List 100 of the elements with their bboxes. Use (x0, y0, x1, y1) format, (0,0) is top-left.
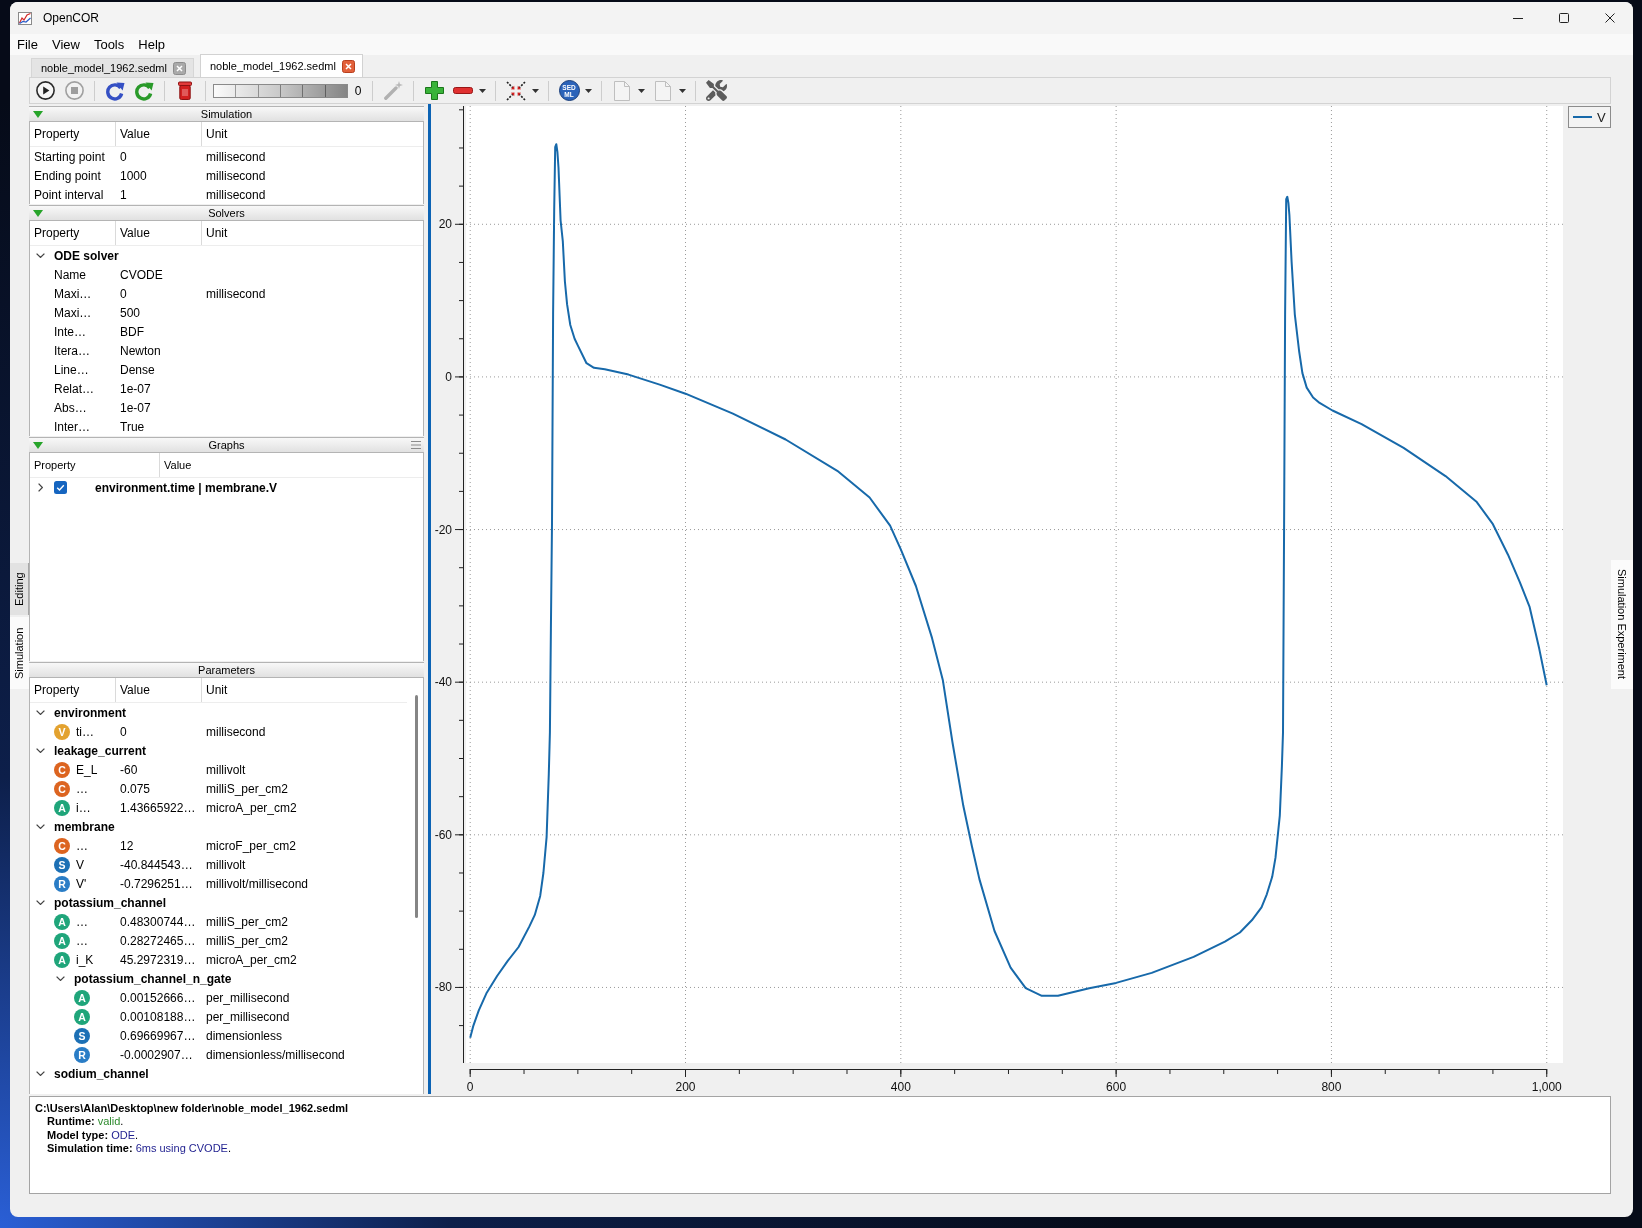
chevron-down-icon[interactable] (35, 710, 45, 715)
property-value: 0.00108188… (120, 1009, 196, 1024)
plus-icon[interactable] (424, 81, 444, 100)
property-name: i… (76, 799, 91, 817)
letter-badge: A (54, 951, 70, 968)
file-path: C:\Users\Alan\Desktop\new folder\noble_model_1962.sedml (35, 1102, 349, 1116)
trash-icon[interactable] (178, 81, 192, 100)
letter-badge: R (74, 1046, 90, 1063)
thumb-wheel[interactable] (213, 83, 348, 98)
maximize-icon[interactable] (1559, 13, 1569, 23)
property-name: Point interval (34, 187, 104, 202)
circular-arrow-icon[interactable] (105, 80, 125, 101)
column-header[interactable]: Value (160, 453, 423, 477)
chevron-down-icon[interactable] (55, 976, 65, 981)
document-tab[interactable]: noble_model_1962.sedml (200, 54, 363, 77)
chevron-down-icon[interactable] (35, 253, 45, 258)
property-value: -40.844543… (120, 857, 193, 872)
close-icon[interactable] (1605, 13, 1615, 23)
chevron-down-icon[interactable] (35, 1071, 45, 1076)
letter-badge: S (74, 1027, 90, 1044)
tools-icon[interactable] (705, 80, 727, 101)
property-value: 0.28272465… (120, 933, 196, 948)
property-unit: milliS_per_cm2 (206, 781, 289, 796)
group-name[interactable]: potassium_channel (54, 893, 167, 912)
group-name[interactable]: potassium_channel_n_gate (74, 969, 232, 988)
inward-arrows-icon[interactable] (506, 80, 526, 101)
column-header[interactable]: Unit (202, 678, 407, 702)
checkbox[interactable] (54, 481, 67, 494)
tick-label: -80 (434, 980, 452, 995)
side-tab[interactable]: Simulation (10, 617, 29, 689)
property-value: 1 (120, 187, 127, 202)
column-header[interactable]: Property (30, 453, 160, 477)
property-value: 0.48300744… (120, 914, 196, 929)
triangle-down-icon[interactable] (33, 441, 43, 449)
property-unit: dimensionless (206, 1028, 283, 1043)
caret-icon[interactable] (584, 88, 592, 93)
column-header[interactable]: Unit (202, 221, 423, 245)
group-name[interactable]: environment (54, 703, 126, 722)
property-value: 0.69669967… (120, 1028, 196, 1043)
minus-icon[interactable] (453, 87, 473, 94)
property-unit: millisecond (206, 724, 266, 739)
tick-label: 0 (445, 369, 452, 384)
group-name[interactable]: leakage_current (54, 741, 147, 760)
wheel-value: 0 (353, 82, 363, 100)
property-value: -0.7296251… (120, 876, 193, 891)
column-header[interactable]: Property (30, 122, 116, 146)
property-value: 1e-07 (120, 400, 151, 415)
side-tab[interactable]: Editing (10, 563, 29, 615)
side-tab[interactable]: Simulation Experiment (1611, 560, 1633, 689)
property-name: … (76, 913, 88, 931)
column-header[interactable]: Property (30, 678, 116, 702)
legend-frame[interactable] (1568, 106, 1611, 128)
property-value: 0.075 (120, 781, 151, 796)
letter-badge: V (54, 723, 70, 740)
graph-name[interactable]: environment.time | membrane.V (95, 478, 278, 497)
circular-arrow-icon[interactable] (134, 80, 154, 101)
property-name: Inte… (54, 323, 86, 341)
document-tab[interactable]: noble_model_1962.sedml (31, 58, 194, 77)
tick-label: -20 (434, 522, 452, 537)
property-value: -60 (120, 762, 138, 777)
caret-icon[interactable] (531, 88, 539, 93)
property-name: V (76, 856, 84, 874)
property-value: 12 (120, 838, 134, 853)
legend-label: V (1597, 109, 1606, 125)
menu-item[interactable]: View (44, 34, 87, 55)
tick-label: 400 (890, 1080, 911, 1094)
property-name: i_K (76, 951, 94, 969)
minimize-icon[interactable] (1513, 17, 1523, 19)
letter-badge: A (74, 989, 90, 1006)
group-name[interactable]: ODE solver (54, 246, 119, 265)
menu-icon[interactable] (411, 441, 421, 449)
status-line: Simulation time: 6ms using CVODE. (46, 1142, 232, 1156)
property-unit: millisecond (206, 168, 266, 183)
triangle-down-icon[interactable] (33, 110, 43, 118)
column-header[interactable]: Value (116, 122, 202, 146)
caret-icon[interactable] (478, 88, 486, 93)
scrollbar[interactable] (415, 695, 418, 918)
property-unit: millivolt (206, 762, 246, 777)
triangle-down-icon[interactable] (33, 209, 43, 217)
tick-label: 1,000 (1531, 1080, 1562, 1094)
menu-item[interactable]: Tools (86, 34, 132, 55)
menu-item[interactable]: File (10, 34, 45, 55)
chevron-down-icon[interactable] (35, 748, 45, 753)
property-value: BDF (120, 324, 144, 339)
column-header[interactable]: Value (116, 678, 202, 702)
group-name[interactable]: membrane (54, 817, 115, 836)
letter-badge: C (54, 761, 70, 778)
column-header[interactable]: Unit (202, 122, 423, 146)
play-icon[interactable] (35, 81, 55, 100)
property-value: Dense (120, 362, 155, 377)
chevron-down-icon[interactable] (35, 824, 45, 829)
letter-badge: A (74, 1008, 90, 1025)
chevron-down-icon[interactable] (35, 900, 45, 905)
chevron-right-icon[interactable] (37, 483, 43, 492)
property-name: Maxi… (54, 304, 92, 322)
column-header[interactable]: Value (116, 221, 202, 245)
property-unit: microF_per_cm2 (206, 838, 297, 853)
menu-item[interactable]: Help (131, 34, 172, 55)
group-name[interactable]: sodium_channel (54, 1064, 149, 1083)
column-header[interactable]: Property (30, 221, 116, 245)
